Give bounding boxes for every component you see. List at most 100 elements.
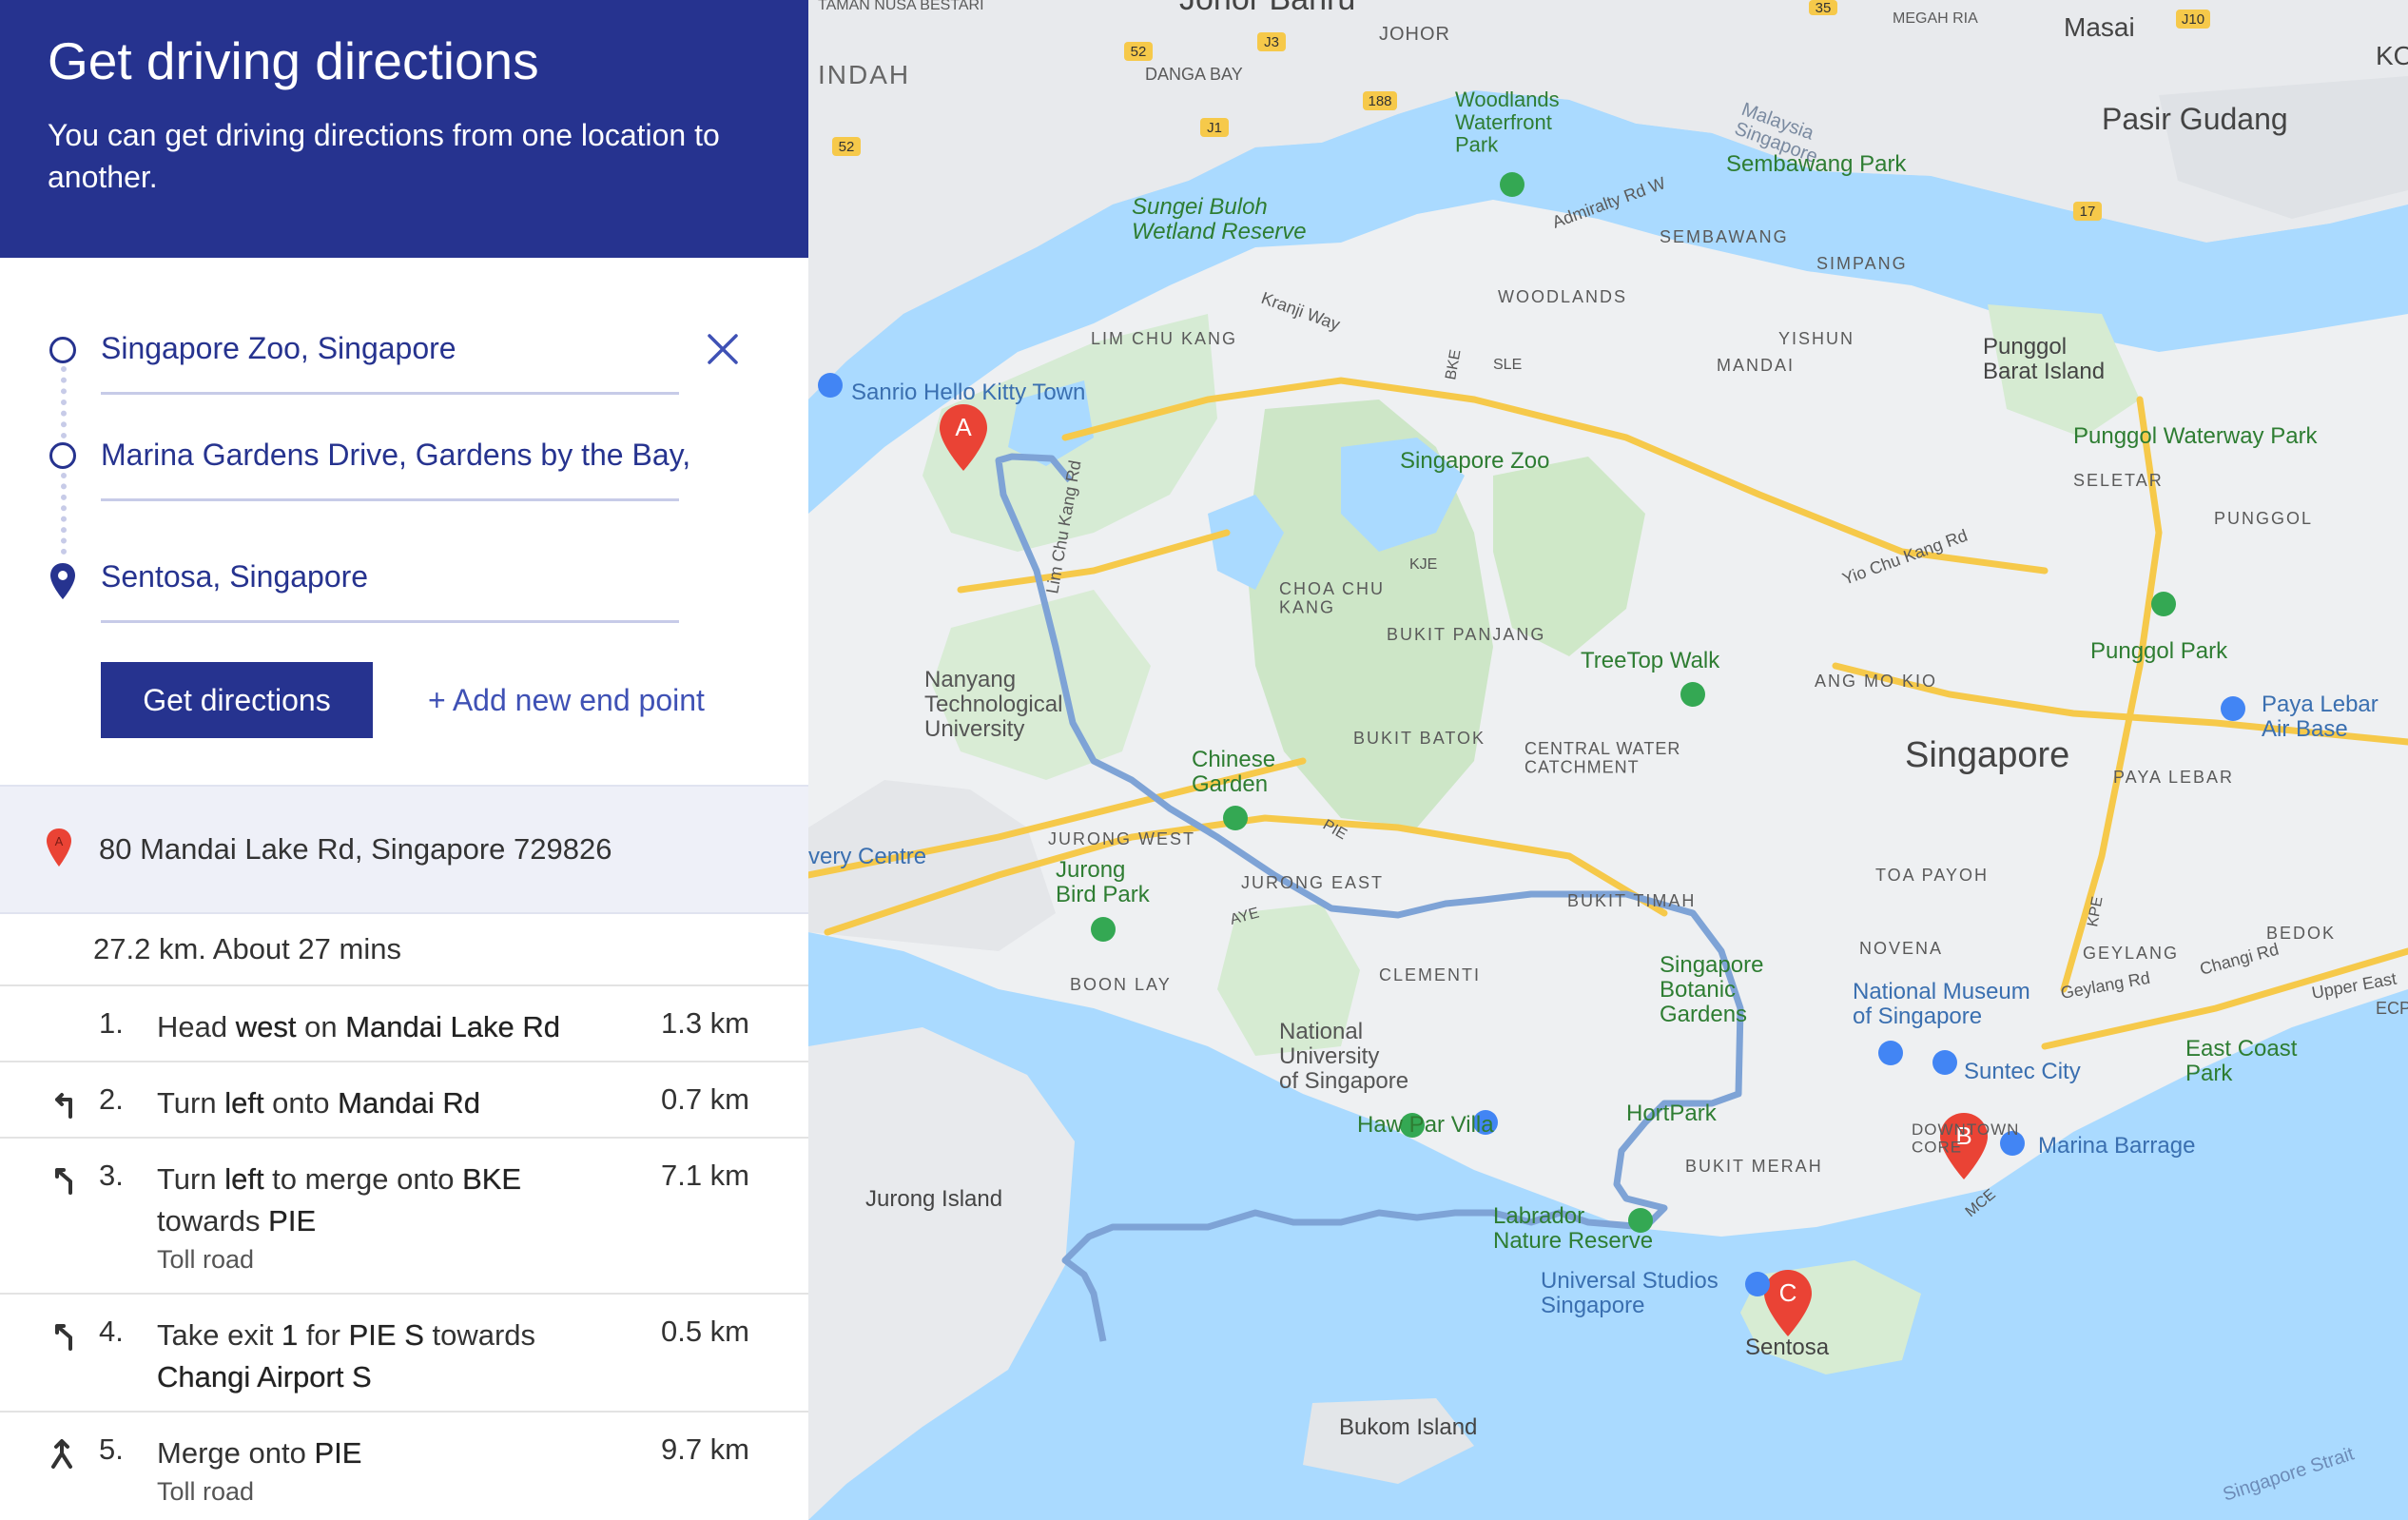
map-canvas[interactable]: A B C Jo [808,0,2408,1520]
waypoint-2-underline [101,498,679,501]
step-number: 1. [99,1006,124,1040]
step-distance: 0.5 km [660,1315,749,1348]
label-woodlands: WOODLANDS [1498,287,1627,306]
page-subtitle: You can get driving directions from one … [48,118,720,194]
label-hortpark: HortPark [1626,1101,1718,1126]
waypoint-2-field[interactable]: Marina Gardens Drive, Gardens by the Bay… [101,438,690,473]
add-end-point-link[interactable]: + Add new end point [428,683,705,718]
shield-j10-text: J10 [2182,11,2204,28]
label-taman-nusa-bestari: TAMAN NUSA BESTARI [818,0,984,13]
park-icon [1680,682,1705,707]
divider [0,1411,808,1413]
label-indah: INDAH [818,60,910,89]
divider [0,1061,808,1062]
marker-a-letter: A [955,413,972,441]
shield-52a-text: 52 [1131,44,1147,60]
attraction-icon [1745,1272,1770,1296]
label-bukit-merah: BUKIT MERAH [1685,1157,1823,1176]
start-location-row: A 80 Mandai Lake Rd, Singapore 729826 [0,785,808,914]
instruction-keyword: PIE S [348,1318,424,1352]
label-ang-mo-kio: ANG MO KIO [1815,672,1937,691]
step-instruction: Merge onto PIE Toll road [157,1432,594,1509]
park-icon [2151,592,2176,616]
merge-left-icon [55,1168,72,1195]
attraction-icon [2221,696,2245,721]
route-connector-line-2 [61,473,67,555]
instruction-text: to merge onto [263,1162,463,1196]
step-instruction: Turn left onto Mandai Rd [157,1082,594,1124]
instruction-keyword: left [224,1162,264,1196]
shield-35-text: 35 [1816,0,1832,16]
turn-left-icon [55,1093,72,1119]
divider [0,1293,808,1295]
instruction-keyword: 1 [281,1318,299,1352]
label-megah-ria: MEGAH RIA [1893,10,1978,27]
instruction-text: onto [263,1086,339,1120]
label-paya-lebar: PAYA LEBAR [2113,768,2234,787]
park-icon [1500,172,1524,197]
label-ko: KO [2376,41,2408,70]
instruction-text: Turn [157,1086,225,1120]
label-bukit-timah: BUKIT TIMAH [1567,891,1696,910]
label-mandai: MANDAI [1717,356,1795,375]
step-distance: 1.3 km [660,1006,749,1040]
label-singapore: Singapore [1905,735,2069,775]
label-jurong-east: JURONG EAST [1241,873,1384,892]
step-instruction: Turn left to merge onto BKE towards PIE T… [157,1159,594,1276]
label-simpang: SIMPANG [1816,254,1908,273]
park-icon [1091,917,1116,942]
label-jurong-west: JURONG WEST [1048,829,1195,848]
waypoint-3-field[interactable]: Sentosa, Singapore [101,559,368,594]
label-treetop-walk: TreeTop Walk [1581,648,1720,673]
step-instruction: Head west on Mandai Lake Rd [157,1006,594,1048]
attraction-icon [818,373,843,398]
clear-waypoint-close-icon[interactable] [706,332,740,366]
label-boon-lay: BOON LAY [1070,975,1172,994]
label-sanrio: Sanrio Hello Kitty Town [851,380,1085,405]
instruction-text: towards [157,1204,269,1237]
label-discovery-centre: very Centre [808,844,926,869]
step-number: 2. [99,1082,124,1116]
label-suntec-city: Suntec City [1964,1059,2081,1084]
label-johor: JOHOR [1379,24,1450,45]
label-marina-barrage: Marina Barrage [2038,1133,2195,1159]
route-summary: 27.2 km. About 27 mins [93,932,401,965]
label-jurong-island: Jurong Island [865,1186,1002,1212]
label-geylang: GEYLANG [2083,944,2179,963]
step-note: Toll road [157,1477,255,1506]
label-chinese-garden: Chinese Garden [1192,747,1275,797]
museum-icon [1878,1041,1903,1065]
label-punggol-waterway: Punggol Waterway Park [2073,423,2319,449]
start-address: 80 Mandai Lake Rd, Singapore 729826 [99,832,612,866]
instruction-keyword: Changi Airport S [157,1360,372,1393]
label-lim-chu-kang: LIM CHU KANG [1091,329,1237,348]
get-directions-button[interactable]: Get directions [101,662,373,738]
instruction-text: on [296,1010,346,1043]
waypoint-1-field[interactable]: Singapore Zoo, Singapore [101,331,456,366]
exit-left-icon [55,1324,72,1351]
instruction-keyword: PIE [268,1204,317,1237]
label-punggol: PUNGGOL [2214,509,2313,528]
start-marker-icon: A [47,828,71,867]
shield-j3-text: J3 [1264,34,1279,50]
shield-188-text: 188 [1368,93,1391,109]
panel-header: Get driving directions You can get drivi… [0,0,808,258]
waypoint-stop-icon [49,442,76,469]
page-title: Get driving directions [48,31,539,90]
label-bukom-island: Bukom Island [1339,1414,1477,1440]
instruction-keyword: left [224,1086,264,1120]
instruction-text: for [298,1318,349,1352]
instruction-keyword: BKE [462,1162,522,1196]
label-punggol-park: Punggol Park [2090,638,2228,664]
directions-panel: Get driving directions You can get drivi… [0,0,808,1520]
divider [0,984,808,986]
label-novena: NOVENA [1859,939,1943,958]
label-yishun: YISHUN [1778,329,1855,348]
map-view[interactable]: A B C Jo [808,0,2408,1520]
shield-17-text: 17 [2080,204,2096,220]
instruction-keyword: PIE [314,1436,362,1470]
shield-j1-text: J1 [1207,120,1222,136]
merge-icon [51,1439,72,1469]
label-sentosa: Sentosa [1745,1335,1830,1360]
marker-c-letter: C [1779,1278,1797,1307]
